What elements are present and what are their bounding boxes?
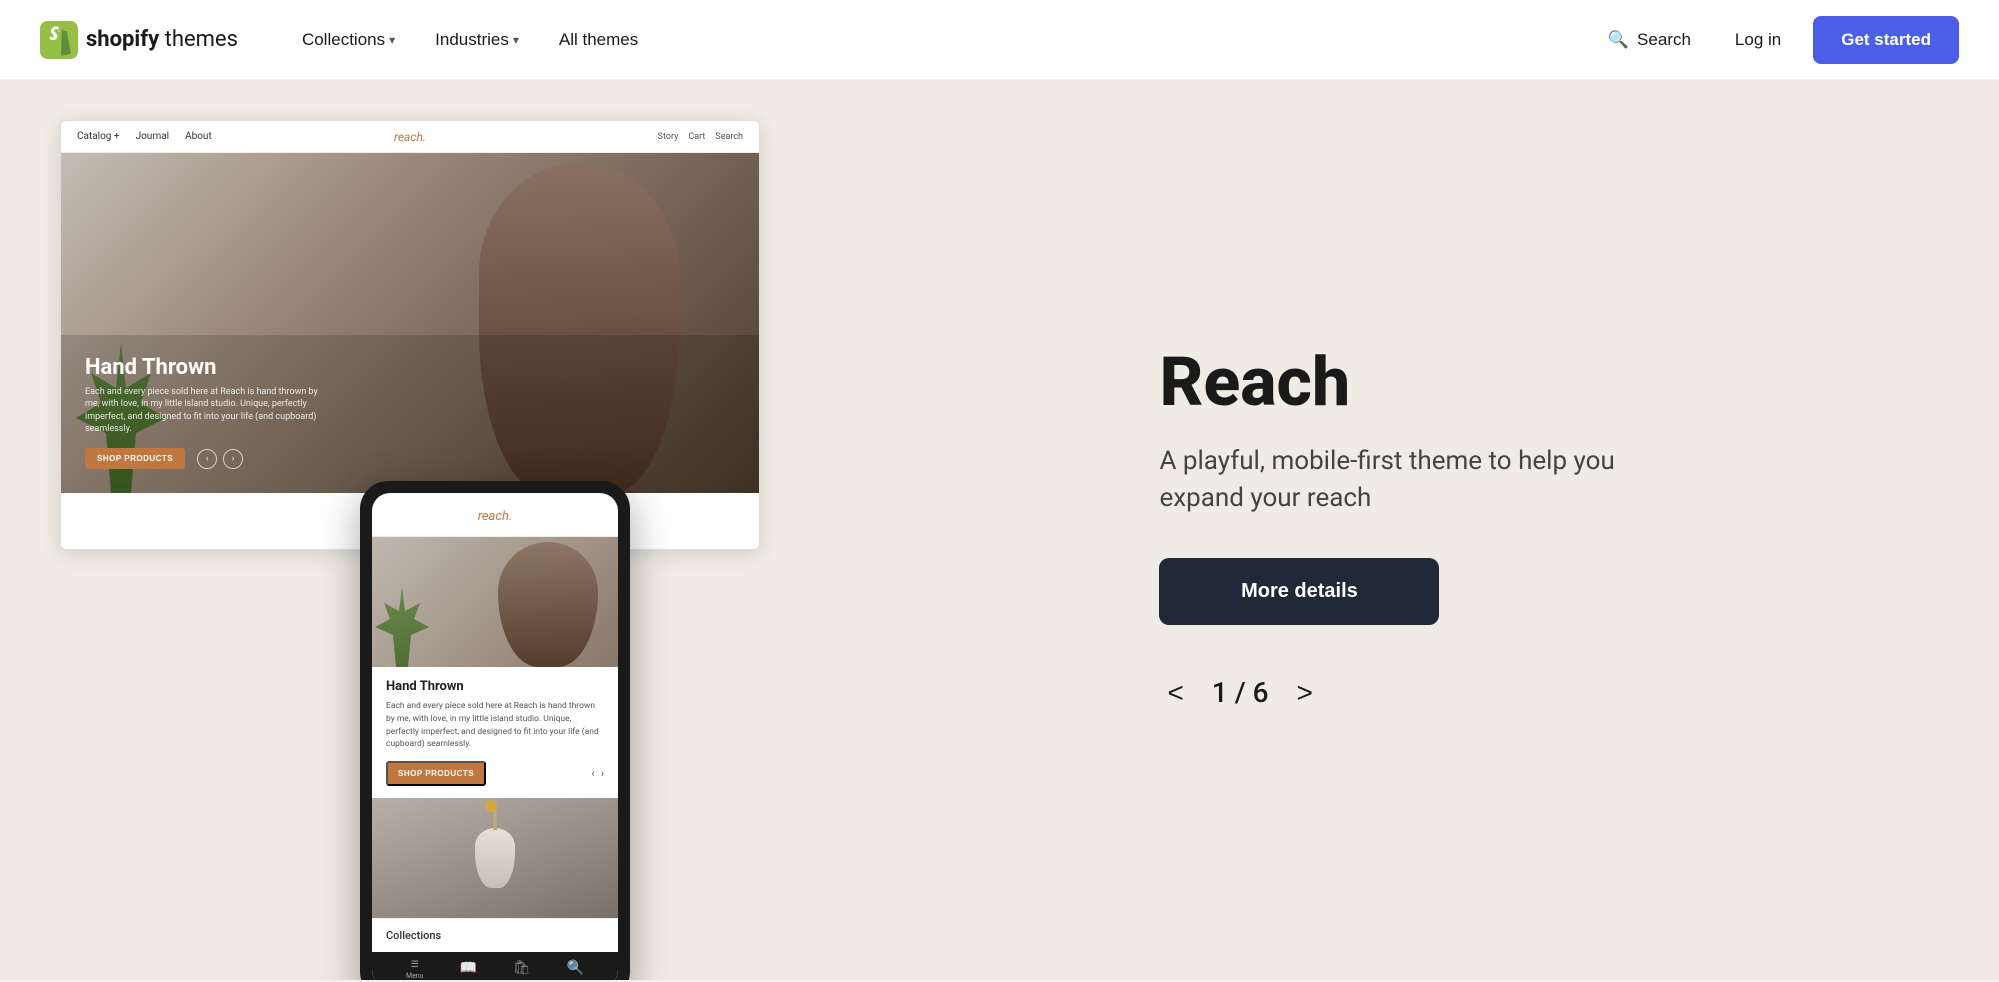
mobile-content: Hand Thrown Each and every piece sold he… <box>372 667 618 798</box>
shopify-logo-icon <box>40 21 78 59</box>
mobile-menu-icon: ☰ Menu <box>406 960 424 980</box>
mock-nav-bar: Catalog + Journal About reach. Story Car… <box>61 121 759 153</box>
login-button[interactable]: Log in <box>1719 22 1797 58</box>
search-button[interactable]: 🔍 Search <box>1596 22 1703 58</box>
mobile-shop-btn[interactable]: SHOP PRODUCTS <box>386 761 486 786</box>
mock-hero-desc: Each and every piece sold here at Reach … <box>85 386 325 436</box>
pagination-current: 1 / 6 <box>1212 676 1269 709</box>
mobile-bag-icon: 🛍 <box>513 960 531 980</box>
mock-nav-about: About <box>185 131 212 142</box>
mock-nav-catalog: Catalog + <box>77 131 120 142</box>
mobile-next-arrow[interactable]: › <box>601 767 604 780</box>
mobile-logo-text: reach. <box>478 509 513 524</box>
mobile-mock: reach. Hand Thrown Each and every piece … <box>360 481 630 980</box>
mock-flower <box>485 800 497 812</box>
mobile-content-title: Hand Thrown <box>386 679 604 694</box>
theme-description: A playful, mobile-first theme to help yo… <box>1159 443 1679 518</box>
mock-vase <box>475 828 515 888</box>
mobile-product-image <box>372 798 618 918</box>
mock-cart-link: Cart <box>688 132 705 142</box>
mobile-content-desc: Each and every piece sold here at Reach … <box>386 700 604 751</box>
mock-next-arrow[interactable]: › <box>223 449 243 469</box>
search-icon: 🔍 <box>1608 30 1629 50</box>
mock-hero-image: Hand Thrown Each and every piece sold he… <box>61 153 759 493</box>
mobile-book-icon: 📖 <box>459 960 476 980</box>
hero-info: Reach A playful, mobile-first theme to h… <box>1099 80 1999 980</box>
nav-all-themes[interactable]: All themes <box>543 22 654 58</box>
mock-desktop-logo: reach. <box>394 130 426 144</box>
hero-section: Catalog + Journal About reach. Story Car… <box>0 80 1999 980</box>
theme-preview-area: Catalog + Journal About reach. Story Car… <box>0 80 1099 980</box>
mobile-screen: reach. Hand Thrown Each and every piece … <box>372 493 618 980</box>
mobile-nav-arrows: ‹ › <box>591 767 604 780</box>
nav-collections[interactable]: Collections ▾ <box>286 22 411 58</box>
mobile-btn-row: SHOP PRODUCTS ‹ › <box>386 761 604 786</box>
logo-text: shopify themes <box>86 27 238 52</box>
mock-shop-btn[interactable]: SHOP PRODUCTS <box>85 448 185 469</box>
pagination-next-button[interactable]: > <box>1289 673 1321 713</box>
mock-story-link: Story <box>658 132 679 142</box>
mobile-hero-image <box>372 537 618 667</box>
mobile-bottom-bar: ☰ Menu 📖 🛍 🔍 <box>372 952 618 980</box>
mobile-logo-bar: reach. <box>372 493 618 537</box>
mock-hero-overlay: Hand Thrown Each and every piece sold he… <box>61 335 759 493</box>
mock-prev-arrow[interactable]: ‹ <box>197 449 217 469</box>
mobile-prev-arrow[interactable]: ‹ <box>591 767 594 780</box>
mock-search-link: Search <box>715 132 743 142</box>
mock-nav-arrows: ‹ › <box>197 449 243 469</box>
mock-hero-title: Hand Thrown <box>85 355 735 380</box>
logo-link[interactable]: shopify themes <box>40 21 238 59</box>
get-started-button[interactable]: Get started <box>1813 16 1959 64</box>
header-right: 🔍 Search Log in Get started <box>1596 16 1959 64</box>
mock-nav-journal: Journal <box>136 131 170 142</box>
mobile-person-figure <box>498 542 598 667</box>
theme-title: Reach <box>1159 347 1919 418</box>
theme-pagination: < 1 / 6 > <box>1159 673 1919 713</box>
more-details-button[interactable]: More details <box>1159 558 1439 625</box>
mobile-search-icon: 🔍 <box>567 960 584 980</box>
mock-nav-right: Story Cart Search <box>658 132 743 142</box>
industries-chevron-icon: ▾ <box>513 33 519 47</box>
mobile-collections-bar: Collections <box>372 918 618 952</box>
nav-industries[interactable]: Industries ▾ <box>419 22 535 58</box>
collections-chevron-icon: ▾ <box>389 33 395 47</box>
main-nav: Collections ▾ Industries ▾ All themes <box>286 22 1596 58</box>
pagination-prev-button[interactable]: < <box>1159 673 1191 713</box>
header: shopify themes Collections ▾ Industries … <box>0 0 1999 80</box>
